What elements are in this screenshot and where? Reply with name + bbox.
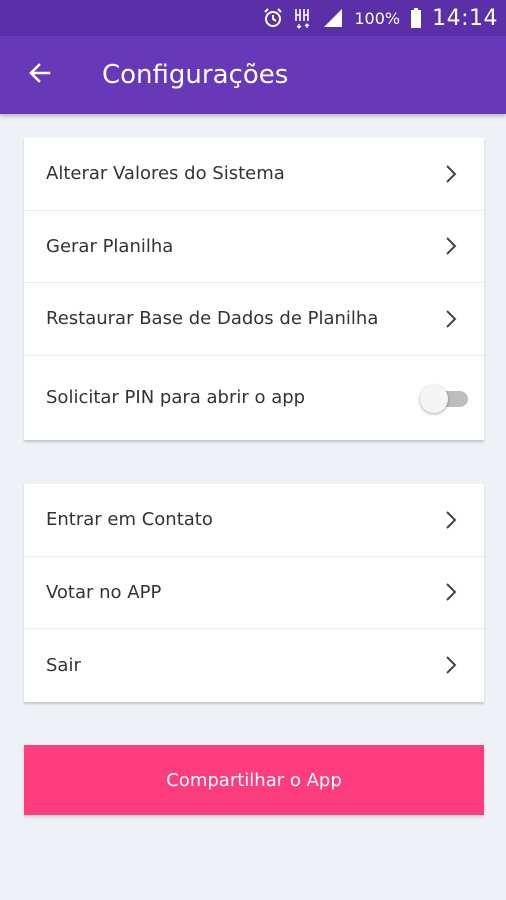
- arrow-left-icon: [28, 61, 52, 90]
- support-item-label: Votar no APP: [46, 581, 162, 603]
- share-app-button[interactable]: Compartilhar o App: [24, 745, 484, 815]
- settings-card: Alterar Valores do Sistema Gerar Planilh…: [24, 138, 484, 440]
- chevron-right-icon: [444, 235, 460, 257]
- chevron-right-icon: [444, 163, 460, 185]
- support-card: Entrar em Contato Votar no APP Sair: [24, 484, 484, 702]
- status-bar: 100% 14:14: [0, 0, 506, 36]
- support-item-votar-no-app[interactable]: Votar no APP: [24, 557, 484, 629]
- page-title: Configurações: [102, 60, 289, 90]
- settings-item-restaurar-base[interactable]: Restaurar Base de Dados de Planilha: [24, 283, 484, 356]
- app-bar: Configurações: [0, 36, 506, 114]
- support-item-sair[interactable]: Sair: [24, 629, 484, 702]
- alarm-icon: [262, 7, 284, 29]
- settings-item-label: Gerar Planilha: [46, 235, 174, 257]
- signal-icon: [322, 7, 344, 29]
- back-button[interactable]: [0, 36, 80, 114]
- settings-item-gerar-planilha[interactable]: Gerar Planilha: [24, 211, 484, 283]
- settings-item-label: Alterar Valores do Sistema: [46, 163, 285, 185]
- support-item-entrar-em-contato[interactable]: Entrar em Contato: [24, 484, 484, 557]
- support-item-label: Sair: [46, 654, 81, 676]
- pin-toggle[interactable]: [420, 384, 472, 413]
- settings-item-solicitar-pin: Solicitar PIN para abrir o app: [24, 356, 484, 440]
- battery-icon: [410, 7, 422, 29]
- toggle-thumb: [420, 384, 448, 413]
- settings-item-label: Solicitar PIN para abrir o app: [46, 387, 306, 408]
- settings-item-alterar-valores[interactable]: Alterar Valores do Sistema: [24, 138, 484, 211]
- chevron-right-icon: [444, 581, 460, 603]
- data-arrows-icon: [294, 7, 312, 29]
- status-time: 14:14: [432, 5, 498, 31]
- support-item-label: Entrar em Contato: [46, 509, 213, 531]
- chevron-right-icon: [444, 509, 460, 531]
- chevron-right-icon: [444, 654, 460, 676]
- battery-percentage: 100%: [354, 8, 401, 28]
- settings-item-label: Restaurar Base de Dados de Planilha: [46, 308, 379, 330]
- chevron-right-icon: [444, 308, 460, 330]
